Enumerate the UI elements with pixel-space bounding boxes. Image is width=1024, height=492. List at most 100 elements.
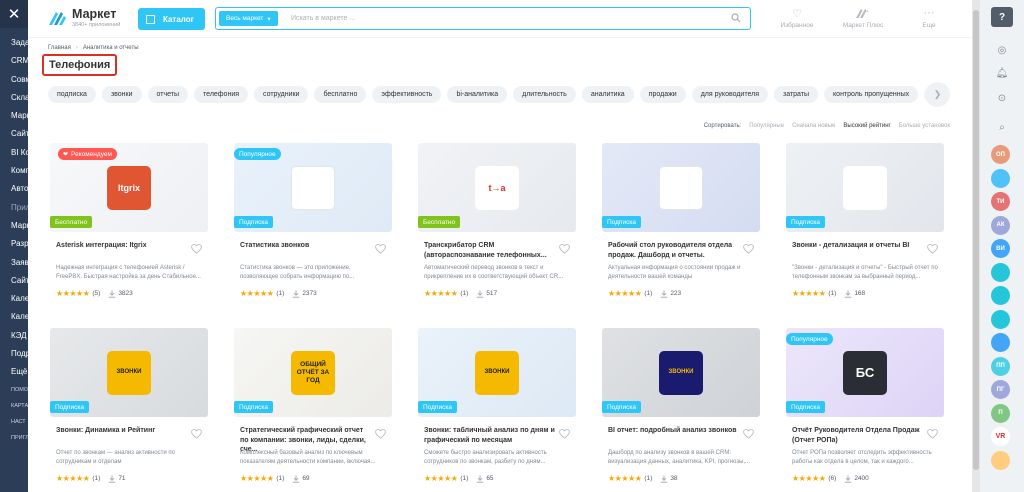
app-card-image[interactable]: Популярное Подписка	[234, 143, 392, 232]
app-name[interactable]: Звонки - детализация и отчеты BI	[792, 241, 924, 251]
tag-chip[interactable]: бесплатно	[314, 86, 367, 103]
app-card[interactable]: Подписка Рабочий стол руководителя отдел…	[602, 143, 760, 308]
app-name[interactable]: BI отчет: подробный анализ звонков	[608, 426, 740, 436]
app-card-image[interactable]: Подписка	[786, 143, 944, 232]
left-nav-item[interactable]: Кале	[11, 290, 28, 308]
app-card-image[interactable]: ЗВОНКИ Подписка	[602, 328, 760, 417]
user-avatar[interactable]: ПП	[991, 356, 1010, 376]
user-avatar[interactable]: ТИ	[991, 192, 1010, 211]
app-card[interactable]: ЗВОНКИ Подписка Звонки: табличный анализ…	[418, 328, 576, 492]
favorite-heart-icon[interactable]	[191, 429, 202, 439]
app-name[interactable]: Рабочий стол руководителя отдела продаж.…	[608, 241, 740, 260]
left-nav-item[interactable]: Кале	[11, 308, 28, 326]
favorite-heart-icon[interactable]	[559, 244, 570, 254]
left-nav-item[interactable]: Скла	[11, 89, 28, 107]
app-name[interactable]: Asterisk интеграция: Itgrix	[56, 241, 188, 251]
sort-option-popular[interactable]: Популярные	[749, 123, 784, 129]
left-nav-footer-item[interactable]: ПОМО	[11, 382, 28, 398]
left-nav-item[interactable]: Сайт	[11, 125, 28, 143]
scrollbar[interactable]	[972, 0, 980, 492]
tags-next-button[interactable]: ❯	[925, 82, 950, 107]
app-name[interactable]: Отчёт Руководителя Отдела Продаж (Отчет …	[792, 426, 924, 445]
user-avatar[interactable]: VR	[991, 427, 1010, 446]
app-card[interactable]: Популярное Подписка Статистика звонков С…	[234, 143, 392, 308]
favorites-button[interactable]: ♡ Избранное	[774, 6, 820, 30]
sort-option-rating[interactable]: Высокий рейтинг	[843, 123, 890, 129]
user-avatar[interactable]	[991, 286, 1010, 305]
left-nav-footer-item[interactable]: ПРИГЛ	[11, 430, 28, 446]
app-card[interactable]: ЗВОНКИ Подписка BI отчет: подробный анал…	[602, 328, 760, 492]
left-nav-item[interactable]: Заяв	[11, 254, 28, 272]
user-avatar[interactable]: АК	[991, 215, 1010, 235]
breadcrumb-category[interactable]: Аналитика и отчеты	[83, 45, 139, 51]
left-nav-footer-item[interactable]: КАРТА	[11, 398, 28, 414]
tag-chip[interactable]: телефония	[194, 86, 249, 103]
app-card-image[interactable]: Подписка	[602, 143, 760, 232]
left-nav-item[interactable]: Подр	[11, 345, 28, 363]
app-card[interactable]: БС Популярное Подписка Отчёт Руководител…	[786, 328, 944, 492]
search-input[interactable]	[291, 11, 711, 26]
market-plus-button[interactable]: + Маркет Плюс	[840, 6, 886, 29]
left-nav-item[interactable]: Совм	[11, 71, 28, 89]
app-card-image[interactable]: ОБЩИЙ ОТЧЁТ ЗА ГОД Подписка	[234, 328, 392, 417]
left-nav-item[interactable]: Разр	[11, 235, 28, 253]
user-avatar[interactable]	[991, 168, 1010, 188]
user-avatar[interactable]	[991, 450, 1010, 470]
app-card[interactable]: Itgrix ❤ Рекомендуем Бесплатно Asterisk и…	[50, 143, 208, 308]
tag-chip[interactable]: эффективность	[372, 86, 442, 103]
left-nav-item[interactable]: Комп	[11, 162, 28, 180]
sort-option-new[interactable]: Сначала новые	[792, 123, 835, 129]
tag-chip[interactable]: продажи	[639, 86, 686, 103]
favorite-heart-icon[interactable]	[743, 429, 754, 439]
app-card-image[interactable]: t→a Бесплатно	[418, 143, 576, 232]
app-card[interactable]: ЗВОНКИ Подписка Звонки: Динамика и Рейти…	[50, 328, 208, 492]
sidebar-search-icon[interactable]: ⌕	[992, 117, 1012, 137]
tag-chip[interactable]: длительность	[513, 86, 576, 103]
left-nav-footer-item[interactable]: НАСТ	[11, 414, 28, 430]
favorite-heart-icon[interactable]	[375, 429, 386, 439]
favorite-heart-icon[interactable]	[559, 429, 570, 439]
user-avatar[interactable]: ОП	[991, 145, 1010, 164]
app-name[interactable]: Звонки: табличный анализ по дням и графи…	[424, 426, 556, 445]
left-nav-item[interactable]: Ещё	[11, 363, 28, 381]
left-nav-item[interactable]: Авто	[11, 180, 28, 198]
breadcrumb-home[interactable]: Главная	[48, 45, 71, 51]
favorite-heart-icon[interactable]	[375, 244, 386, 254]
help-button[interactable]: ?	[991, 7, 1013, 27]
user-avatar[interactable]: ПГ	[991, 380, 1010, 399]
left-nav-item[interactable]: Прил	[11, 199, 28, 217]
scrollbar-thumb[interactable]	[973, 10, 979, 470]
app-card-image[interactable]: БС Популярное Подписка	[786, 328, 944, 417]
app-name[interactable]: Звонки: Динамика и Рейтинг	[56, 426, 188, 436]
close-icon[interactable]: ✕	[0, 0, 28, 28]
tag-chip[interactable]: подписка	[48, 86, 96, 103]
app-name[interactable]: Статистика звонков	[240, 241, 372, 251]
notifications-icon[interactable]: ⊙	[992, 88, 1012, 108]
left-nav-item[interactable]: Марк	[11, 217, 28, 235]
tag-chip[interactable]: звонки	[101, 86, 142, 103]
tag-chip[interactable]: контроль пропущенных	[824, 86, 919, 103]
app-card-image[interactable]: Itgrix ❤ Рекомендуем Бесплатно	[50, 143, 208, 232]
left-nav-item[interactable]: CRM	[11, 52, 28, 70]
app-card[interactable]: Подписка Звонки - детализация и отчеты B…	[786, 143, 944, 308]
app-card[interactable]: t→a Бесплатно Транскрибатор CRM (авторас…	[418, 143, 576, 308]
left-nav-item[interactable]: КЭД	[11, 327, 28, 345]
left-nav-item[interactable]: BI Ко	[11, 144, 28, 162]
user-avatar[interactable]	[991, 309, 1010, 329]
app-card-image[interactable]: ЗВОНКИ Подписка	[418, 328, 576, 417]
left-nav-item[interactable]: Зада	[11, 34, 28, 52]
user-avatar[interactable]: П	[991, 403, 1010, 423]
search-icon[interactable]	[731, 13, 741, 23]
user-avatar[interactable]	[991, 333, 1010, 352]
favorite-heart-icon[interactable]	[743, 244, 754, 254]
user-avatar[interactable]: ВИ	[991, 239, 1010, 258]
favorite-heart-icon[interactable]	[191, 244, 202, 254]
tag-chip[interactable]: bi-аналитика	[447, 86, 508, 103]
left-nav-item[interactable]: Сайт	[11, 272, 28, 290]
bell-icon[interactable]: 🔔︎	[992, 63, 1012, 83]
left-nav-item[interactable]: Марк	[11, 107, 28, 125]
app-name[interactable]: Транскрибатор CRM (автораспознавание тел…	[424, 241, 556, 260]
favorite-heart-icon[interactable]	[927, 244, 938, 254]
tag-chip[interactable]: отчеты	[147, 86, 189, 103]
favorite-heart-icon[interactable]	[927, 429, 938, 439]
